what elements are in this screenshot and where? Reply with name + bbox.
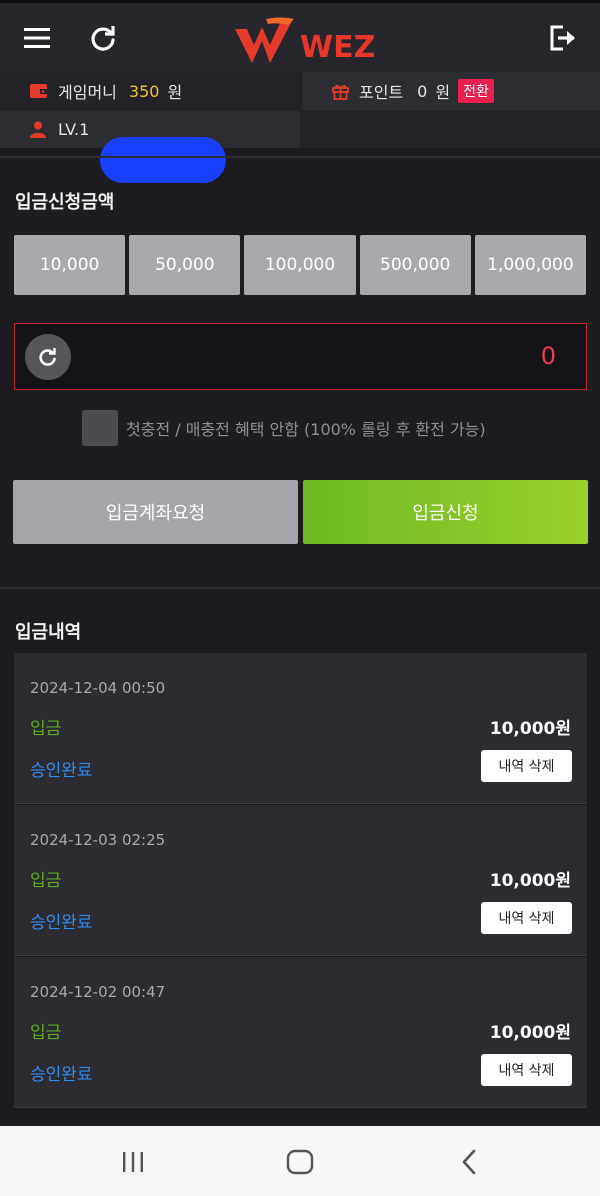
logo-text: WEZ [300, 30, 375, 65]
back-icon[interactable] [453, 1146, 485, 1178]
level-cell: LV.1 [0, 111, 300, 183]
point-label: 포인트 [359, 83, 404, 102]
no-bonus-checkbox[interactable] [82, 410, 118, 446]
delete-history-button[interactable]: 내역 삭제 [481, 750, 572, 782]
reset-icon [38, 347, 58, 367]
amount-button[interactable]: 50,000 [129, 235, 241, 295]
reset-amount-button[interactable] [25, 334, 71, 380]
home-icon[interactable] [284, 1146, 316, 1178]
history-list: 2024-12-04 00:50 입금 10,000원 승인완료 내역 삭제 2… [14, 653, 587, 1109]
convert-button[interactable]: 전환 [458, 79, 494, 103]
game-money-unit: 원 [167, 83, 183, 102]
history-type: 입금 [30, 719, 62, 739]
history-date: 2024-12-02 00:47 [30, 983, 166, 1001]
history-item: 2024-12-04 00:50 입금 10,000원 승인완료 내역 삭제 [14, 653, 587, 804]
divider [0, 587, 600, 589]
deposit-apply-button[interactable]: 입금신청 [303, 480, 588, 544]
account-request-button[interactable]: 입금계좌요청 [13, 480, 298, 544]
redacted-username [100, 137, 226, 183]
point-unit: 원 [435, 83, 451, 102]
deposit-history-title: 입금내역 [15, 622, 82, 643]
divider [0, 156, 600, 158]
top-bar: WEZ [0, 0, 600, 72]
amount-button[interactable]: 1,000,000 [474, 235, 587, 295]
history-item: 2024-12-03 02:25 입금 10,000원 승인완료 내역 삭제 [14, 805, 587, 956]
system-nav-bar [0, 1126, 600, 1196]
game-money-value: 350 [128, 81, 160, 101]
deposit-amount-title: 입금신청금액 [15, 192, 115, 213]
history-amount: 10,000원 [489, 719, 571, 739]
menu-icon[interactable] [20, 21, 54, 55]
amount-input[interactable]: 0 [14, 323, 587, 390]
amount-value: 0 [540, 342, 556, 370]
point-cell: 포인트 0 원 전환 [302, 72, 600, 110]
no-bonus-label: 첫충전 / 매충전 혜택 안함 (100% 롤링 후 환전 가능) [126, 420, 486, 439]
logout-icon[interactable] [546, 21, 580, 55]
delete-history-button[interactable]: 내역 삭제 [481, 902, 572, 934]
game-money-cell: 게임머니 350 원 [0, 72, 300, 110]
level-label: LV.1 [58, 120, 90, 139]
history-status: 승인완료 [30, 761, 93, 781]
history-status: 승인완료 [30, 913, 93, 933]
empty-cell [302, 111, 600, 148]
amount-button[interactable]: 100,000 [244, 235, 356, 295]
history-type: 입금 [30, 871, 62, 891]
history-type: 입금 [30, 1023, 62, 1043]
point-value: 0 [417, 81, 428, 101]
history-amount: 10,000원 [489, 871, 571, 891]
logo[interactable]: WEZ [230, 15, 380, 67]
recent-apps-icon[interactable] [117, 1146, 149, 1178]
gift-icon [332, 83, 349, 100]
wallet-icon [30, 83, 48, 99]
amount-button[interactable]: 10,000 [14, 235, 126, 295]
history-item: 2024-12-02 00:47 입금 10,000원 승인완료 내역 삭제 [14, 957, 587, 1108]
no-bonus-option[interactable]: 첫충전 / 매충전 혜택 안함 (100% 롤링 후 환전 가능) [82, 410, 486, 446]
amount-buttons: 10,000 50,000 100,000 500,000 1,000,000 [14, 235, 587, 295]
history-date: 2024-12-04 00:50 [30, 679, 166, 697]
game-money-label: 게임머니 [58, 83, 117, 102]
history-amount: 10,000원 [489, 1023, 571, 1043]
history-date: 2024-12-03 02:25 [30, 831, 166, 849]
account-info-bar: 게임머니 350 원 포인트 0 원 전환 LV.1 [0, 72, 600, 183]
history-status: 승인완료 [30, 1065, 93, 1085]
amount-button[interactable]: 500,000 [359, 235, 471, 295]
refresh-icon[interactable] [86, 21, 120, 55]
user-icon [30, 121, 46, 138]
delete-history-button[interactable]: 내역 삭제 [481, 1054, 572, 1086]
